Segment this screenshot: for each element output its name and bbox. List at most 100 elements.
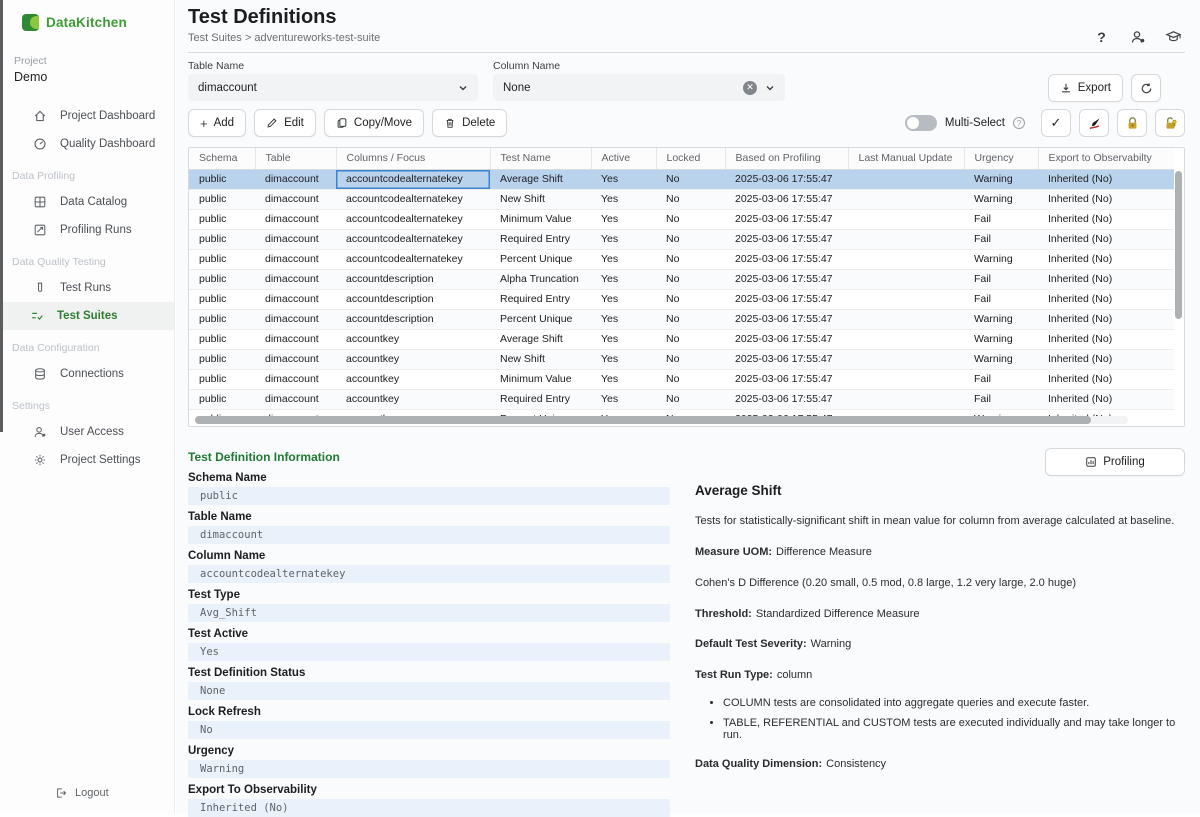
export-button[interactable]: Export [1048,74,1123,102]
cell-active[interactable]: Yes [591,269,656,289]
cell-based-on-profiling[interactable]: 2025-03-06 17:55:47 [725,289,848,309]
cell-urgency[interactable]: Warning [964,309,1038,329]
table-row[interactable]: public dimaccount accountcodealternateke… [189,229,1174,249]
cell-last-manual-update[interactable] [848,169,964,189]
horizontal-scrollbar[interactable] [195,416,1128,424]
refresh-button[interactable] [1131,74,1161,102]
table-row[interactable]: public dimaccount accountkey Required En… [189,389,1174,409]
cell-export[interactable]: Inherited (No) [1038,269,1174,289]
cell-export[interactable]: Inherited (No) [1038,229,1174,249]
cell-active[interactable]: Yes [591,169,656,189]
cell-last-manual-update[interactable] [848,209,964,229]
cell-column-focus[interactable]: accountcodealternatekey [336,229,490,249]
cell-last-manual-update[interactable] [848,249,964,269]
cell-schema[interactable]: public [189,229,255,249]
cell-test-name[interactable]: Required Entry [490,389,591,409]
logout-button[interactable]: Logout [55,787,109,799]
col-header-last-manual-update[interactable]: Last Manual Update [848,148,964,169]
vertical-scrollbar-thumb[interactable] [1175,171,1182,319]
profiling-button[interactable]: Profiling [1045,448,1185,476]
cell-urgency[interactable]: Fail [964,209,1038,229]
cell-locked[interactable]: No [656,329,725,349]
table-row[interactable]: public dimaccount accountcodealternateke… [189,249,1174,269]
cell-export[interactable]: Inherited (No) [1038,329,1174,349]
cell-based-on-profiling[interactable]: 2025-03-06 17:55:47 [725,209,848,229]
cell-test-name[interactable]: Required Entry [490,229,591,249]
cell-locked[interactable]: No [656,309,725,329]
cell-table[interactable]: dimaccount [255,289,336,309]
cell-export[interactable]: Inherited (No) [1038,249,1174,269]
cell-schema[interactable]: public [189,209,255,229]
cell-active[interactable]: Yes [591,229,656,249]
cell-schema[interactable]: public [189,169,255,189]
cell-based-on-profiling[interactable]: 2025-03-06 17:55:47 [725,389,848,409]
cell-schema[interactable]: public [189,189,255,209]
sidebar-item-test-suites[interactable]: Test Suites [0,302,174,330]
cell-column-focus[interactable]: accountdescription [336,309,490,329]
cell-schema[interactable]: public [189,389,255,409]
cell-column-focus[interactable]: accountcodealternatekey [336,189,490,209]
cell-active[interactable]: Yes [591,369,656,389]
cell-test-name[interactable]: Alpha Truncation [490,269,591,289]
cell-column-focus[interactable]: accountcodealternatekey [336,209,490,229]
cell-last-manual-update[interactable] [848,389,964,409]
cell-table[interactable]: dimaccount [255,349,336,369]
info-icon[interactable]: ? [1013,117,1025,129]
cell-active[interactable]: Yes [591,289,656,309]
cell-last-manual-update[interactable] [848,289,964,309]
table-name-select[interactable]: dimaccount [188,74,478,101]
cell-schema[interactable]: public [189,249,255,269]
cell-urgency[interactable]: Warning [964,329,1038,349]
cell-locked[interactable]: No [656,189,725,209]
cell-table[interactable]: dimaccount [255,329,336,349]
validate-button[interactable]: ✓ [1041,109,1071,137]
cell-export[interactable]: Inherited (No) [1038,309,1174,329]
cell-test-name[interactable]: New Shift [490,189,591,209]
cell-locked[interactable]: No [656,269,725,289]
cell-test-name[interactable]: Minimum Value [490,369,591,389]
cell-table[interactable]: dimaccount [255,269,336,289]
cell-urgency[interactable]: Fail [964,229,1038,249]
cell-column-focus[interactable]: accountkey [336,329,490,349]
cell-locked[interactable]: No [656,289,725,309]
cell-locked[interactable]: No [656,389,725,409]
cell-test-name[interactable]: Minimum Value [490,209,591,229]
cell-schema[interactable]: public [189,269,255,289]
sidebar-item-connections[interactable]: Connections [0,360,174,388]
cell-locked[interactable]: No [656,369,725,389]
col-header-active[interactable]: Active [591,148,656,169]
cell-test-name[interactable]: Percent Unique [490,309,591,329]
graduation-cap-icon[interactable] [1165,28,1182,45]
clear-filter-icon[interactable]: ✕ [743,81,757,95]
cell-last-manual-update[interactable] [848,329,964,349]
col-header-export-to-observability[interactable]: Export to Observabilty [1038,148,1174,169]
vertical-scrollbar[interactable] [1175,171,1182,414]
cell-table[interactable]: dimaccount [255,389,336,409]
cell-active[interactable]: Yes [591,249,656,269]
cell-based-on-profiling[interactable]: 2025-03-06 17:55:47 [725,169,848,189]
cell-table[interactable]: dimaccount [255,189,336,209]
cell-export[interactable]: Inherited (No) [1038,389,1174,409]
cell-column-focus[interactable]: accountcodealternatekey [336,169,490,189]
cell-locked[interactable]: No [656,349,725,369]
cell-based-on-profiling[interactable]: 2025-03-06 17:55:47 [725,269,848,289]
cell-based-on-profiling[interactable]: 2025-03-06 17:55:47 [725,309,848,329]
cell-active[interactable]: Yes [591,309,656,329]
cell-active[interactable]: Yes [591,189,656,209]
cell-based-on-profiling[interactable]: 2025-03-06 17:55:47 [725,369,848,389]
cell-table[interactable]: dimaccount [255,249,336,269]
sidebar-item-project-dashboard[interactable]: Project Dashboard [0,102,174,130]
cell-last-manual-update[interactable] [848,269,964,289]
cell-last-manual-update[interactable] [848,309,964,329]
cell-based-on-profiling[interactable]: 2025-03-06 17:55:47 [725,329,848,349]
cell-column-focus[interactable]: accountdescription [336,289,490,309]
cell-export[interactable]: Inherited (No) [1038,189,1174,209]
cell-table[interactable]: dimaccount [255,209,336,229]
cell-table[interactable]: dimaccount [255,309,336,329]
cell-last-manual-update[interactable] [848,349,964,369]
col-header-table[interactable]: Table [255,148,336,169]
col-header-locked[interactable]: Locked [656,148,725,169]
cell-last-manual-update[interactable] [848,369,964,389]
cell-active[interactable]: Yes [591,389,656,409]
cell-export[interactable]: Inherited (No) [1038,369,1174,389]
